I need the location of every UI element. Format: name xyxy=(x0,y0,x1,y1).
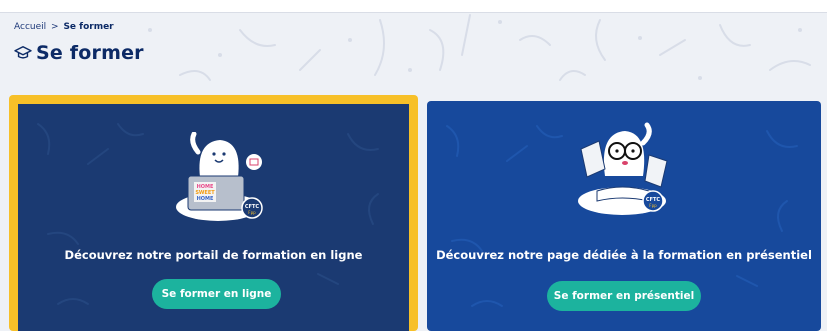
cftc-badge-sub: Fpp xyxy=(248,210,256,215)
online-training-button[interactable]: Se former en ligne xyxy=(152,279,281,309)
card-in-person-training[interactable]: CFTC Fpp Découvrez notre page dédiée à l… xyxy=(427,101,821,331)
top-bar xyxy=(0,0,827,13)
laptop-sticker: HOME SWEET HOME xyxy=(195,184,215,202)
graduation-cap-icon xyxy=(14,46,32,59)
card-in-person-training-title: Découvrez notre page dédiée à la formati… xyxy=(436,248,812,262)
cftc-badge-sub: Fpp xyxy=(649,203,657,208)
card-in-person-training-panel: CFTC Fpp Découvrez notre page dédiée à l… xyxy=(427,101,821,331)
page-heading: Se former xyxy=(14,42,144,64)
breadcrumb-current: Se former xyxy=(63,22,114,32)
card-online-training[interactable]: HOME SWEET HOME CFTC Fpp Découvrez notre… xyxy=(9,95,418,331)
mascot-laptop-illustration: HOME SWEET HOME CFTC Fpp xyxy=(176,132,263,221)
svg-text:HOME: HOME xyxy=(197,196,214,202)
breadcrumb: Accueil > Se former xyxy=(14,22,114,32)
page-title: Se former xyxy=(36,42,144,64)
breadcrumb-separator: > xyxy=(51,22,59,32)
breadcrumb-home-link[interactable]: Accueil xyxy=(14,22,46,32)
card-online-training-panel: HOME SWEET HOME CFTC Fpp Découvrez notre… xyxy=(18,104,409,331)
card-online-training-title: Découvrez notre portail de formation en … xyxy=(64,248,363,262)
mascot-book-illustration: CFTC Fpp xyxy=(578,122,668,215)
in-person-training-button[interactable]: Se former en présentiel xyxy=(547,281,701,311)
